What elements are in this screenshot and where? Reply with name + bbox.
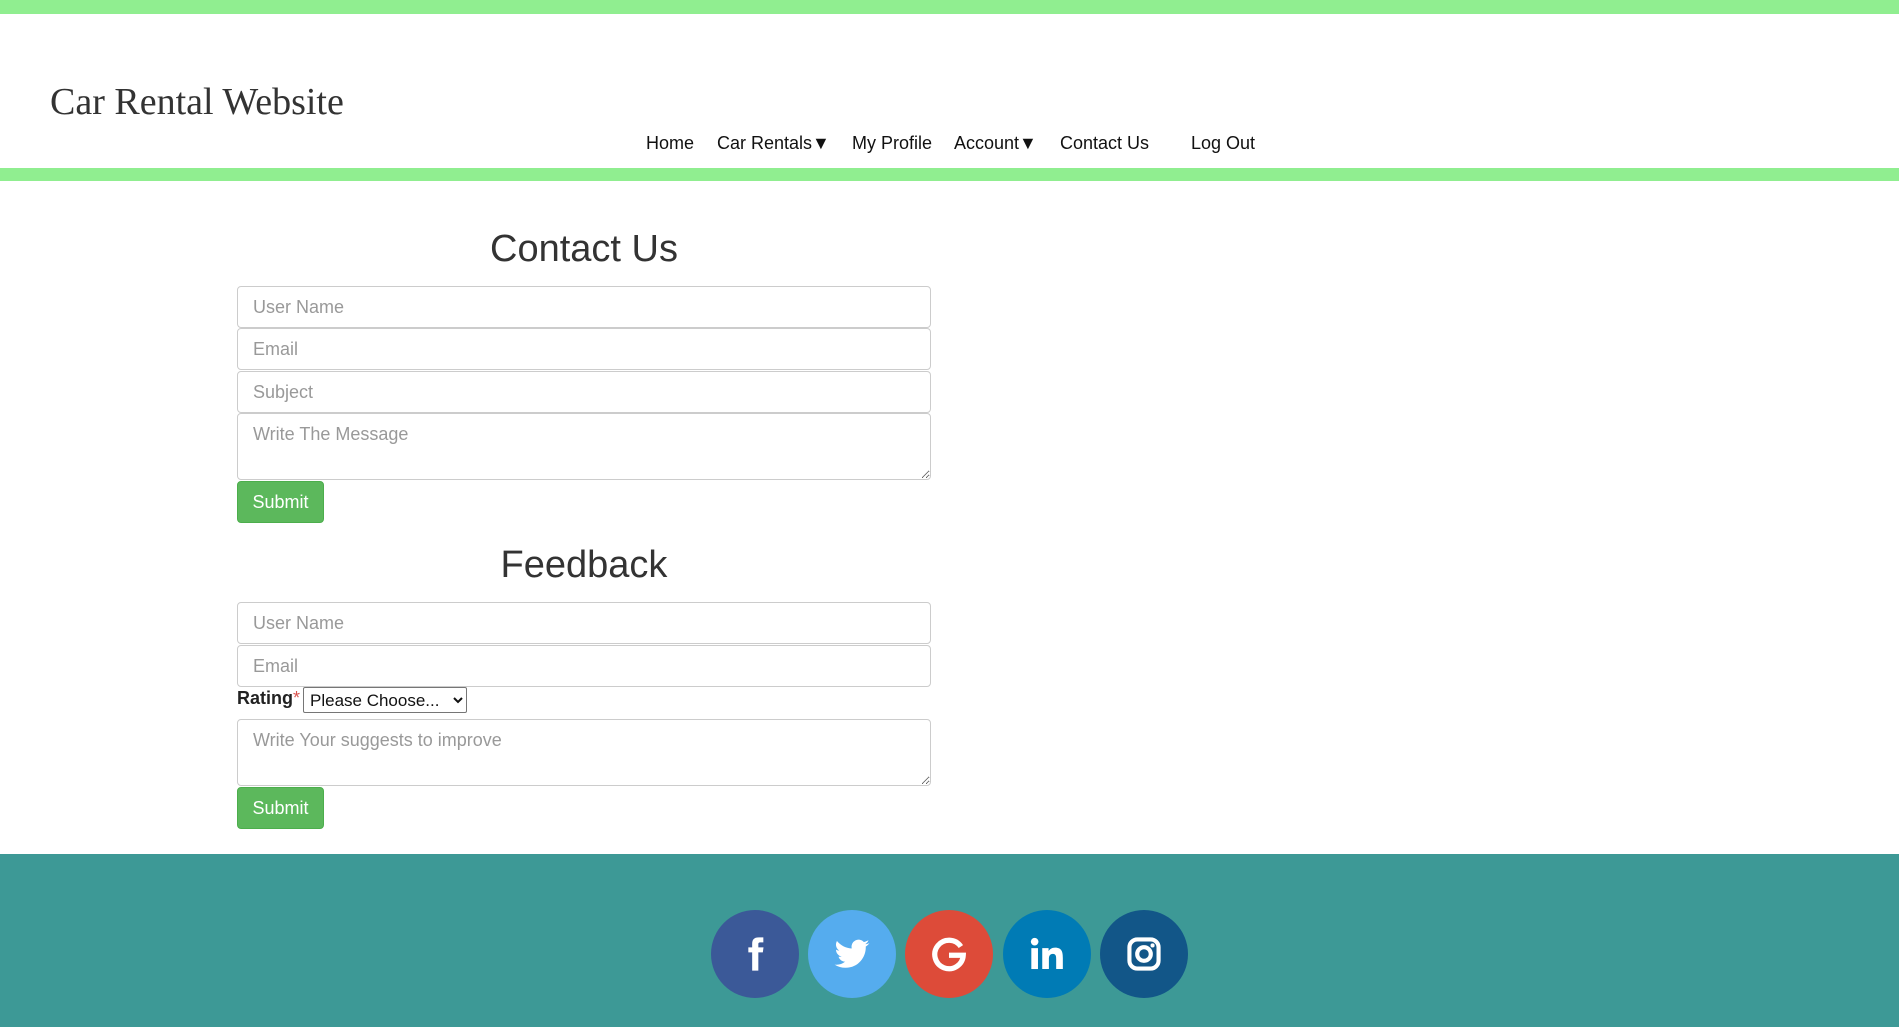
contact-email-input[interactable] <box>237 328 931 370</box>
feedback-submit-button[interactable]: Submit <box>237 787 324 829</box>
rating-label: Rating* <box>237 688 300 709</box>
site-title: Car Rental Website <box>50 81 344 123</box>
contact-message-textarea[interactable] <box>237 413 931 480</box>
contact-subject-input[interactable] <box>237 371 931 413</box>
instagram-icon <box>1127 937 1161 971</box>
nav-account[interactable]: Account▼ <box>954 133 1037 154</box>
contact-title: Contact Us <box>490 228 678 270</box>
contact-username-input[interactable] <box>237 286 931 328</box>
nav-car-rentals[interactable]: Car Rentals▼ <box>717 133 830 154</box>
required-asterisk: * <box>293 688 301 708</box>
nav-my-profile[interactable]: My Profile <box>852 133 932 154</box>
rating-label-text: Rating <box>237 688 293 708</box>
facebook-icon <box>748 937 764 971</box>
feedback-username-input[interactable] <box>237 602 931 644</box>
feedback-suggestion-textarea[interactable] <box>237 719 931 786</box>
twitter-icon <box>834 939 870 968</box>
feedback-email-input[interactable] <box>237 645 931 687</box>
top-accent-stripe <box>0 0 1899 14</box>
header-bottom-stripe <box>0 168 1899 181</box>
twitter-link[interactable] <box>808 910 896 998</box>
contact-submit-button[interactable]: Submit <box>237 481 324 523</box>
nav-home[interactable]: Home <box>646 133 694 154</box>
google-icon <box>932 937 967 972</box>
google-link[interactable] <box>905 910 993 998</box>
facebook-link[interactable] <box>711 910 799 998</box>
nav-log-out[interactable]: Log Out <box>1191 133 1255 154</box>
nav-contact-us[interactable]: Contact Us <box>1060 133 1149 154</box>
linkedin-link[interactable] <box>1003 910 1091 998</box>
linkedin-icon <box>1030 937 1063 970</box>
feedback-title: Feedback <box>500 544 668 586</box>
instagram-link[interactable] <box>1100 910 1188 998</box>
site-header: Car Rental Website Home Car Rentals▼ My … <box>0 14 1899 168</box>
rating-select[interactable]: Please Choose... <box>303 687 467 713</box>
